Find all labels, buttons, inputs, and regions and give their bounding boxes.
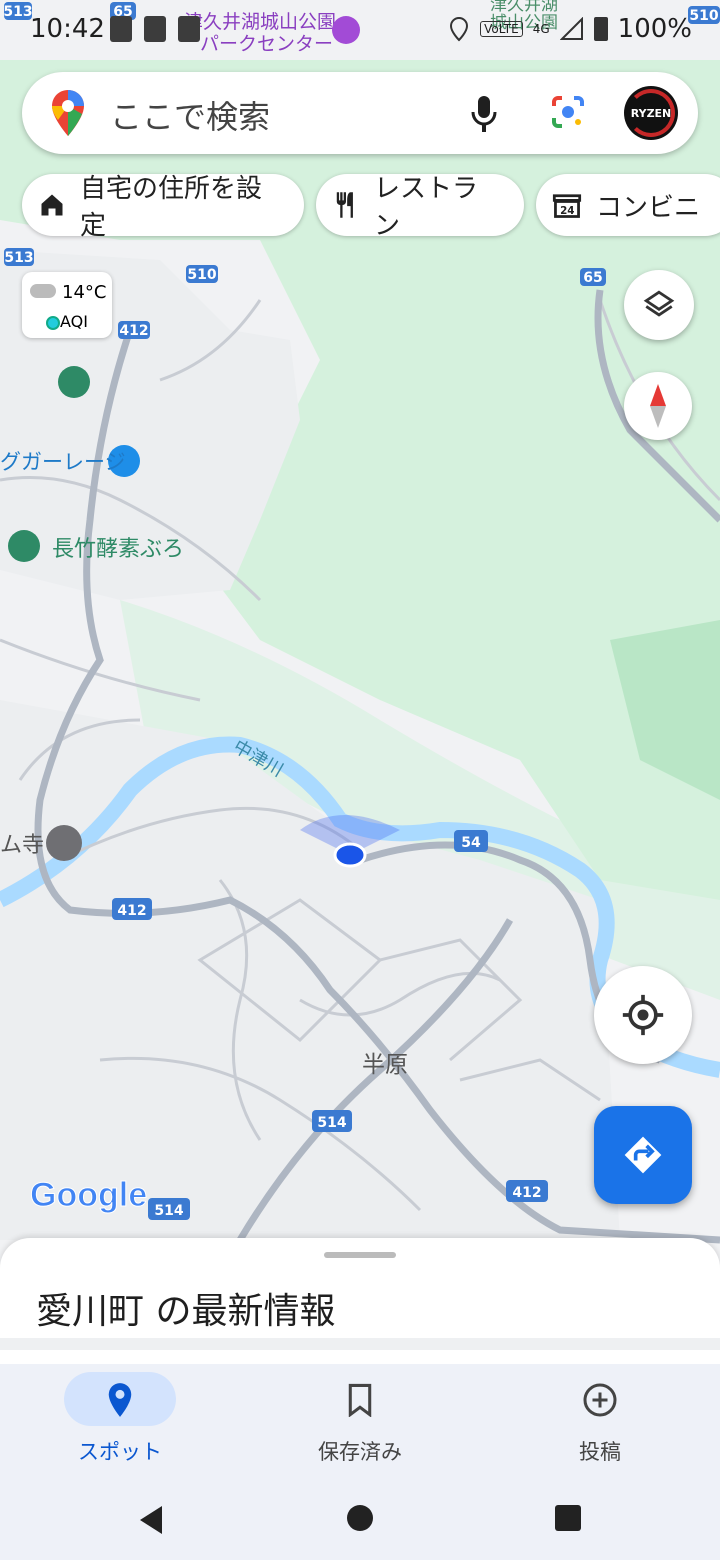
svg-text:24: 24: [560, 205, 574, 217]
chip-home[interactable]: 自宅の住所を設定: [22, 174, 304, 241]
nav-item-spots[interactable]: スポット: [0, 1364, 240, 1474]
search-input[interactable]: ここで検索: [110, 92, 270, 138]
chip-convenience-store[interactable]: 24 コンビニ: [536, 174, 720, 236]
bookmark-icon: [340, 1380, 380, 1420]
status-bar: 10:42 VoLTE 4G 100%: [0, 0, 720, 60]
layers-icon: [643, 290, 675, 317]
sheet-title: 愛川町 の最新情報: [36, 1291, 336, 1332]
google-lens-icon[interactable]: [550, 94, 586, 130]
my-location-dot: [333, 842, 367, 868]
volte-badge: VoLTE: [480, 21, 523, 37]
chip-label: コンビニ: [596, 192, 701, 223]
aqi-status-icon: [46, 316, 60, 330]
temple-marker-icon[interactable]: [46, 825, 82, 861]
convenience-store-icon: 24: [552, 191, 582, 219]
home-icon[interactable]: [346, 1504, 374, 1532]
bottom-nav: スポット 保存済み 投稿: [0, 1364, 720, 1474]
drag-handle[interactable]: [324, 1252, 396, 1258]
map-label-onsen[interactable]: 長竹酵素ぶろ: [52, 537, 184, 562]
compass-button[interactable]: [624, 372, 692, 440]
directions-icon: [624, 1136, 662, 1174]
onsen-marker-icon[interactable]: [8, 530, 40, 562]
status-time: 10:42: [30, 14, 105, 44]
signal-type: 4G: [532, 22, 550, 36]
avatar[interactable]: RYZEN: [624, 86, 678, 140]
notification-icon: [110, 16, 132, 42]
search-bar[interactable]: ここで検索 RYZEN: [22, 72, 698, 154]
restaurant-icon: [332, 190, 360, 220]
notification-icons: [110, 16, 200, 42]
chip-label: 自宅の住所を設定: [80, 174, 263, 241]
google-maps-pin-icon: [52, 90, 84, 136]
map-label-garage[interactable]: グガーレージ: [0, 450, 126, 474]
home-icon: [38, 191, 66, 219]
road-shield: 412: [119, 323, 148, 339]
road-shield: 513: [4, 250, 33, 266]
sheet-content-strip: [0, 1350, 720, 1364]
crosshair-icon: [622, 994, 664, 1036]
chip-restaurant[interactable]: レストラン: [316, 174, 524, 241]
compass-icon: [650, 384, 666, 428]
google-logo-text: Google: [29, 1176, 148, 1215]
notification-icon: [144, 16, 166, 42]
road-shield: 514: [317, 1115, 346, 1131]
signal-icon: [559, 17, 583, 40]
google-logo: Google: [29, 1176, 148, 1215]
nav-item-contribute[interactable]: 投稿: [480, 1364, 720, 1474]
status-right: VoLTE 4G 100%: [448, 14, 692, 44]
road-shield: 54: [461, 835, 481, 851]
map-label-temple[interactable]: ム寺: [0, 833, 44, 858]
road-shield: 412: [512, 1185, 541, 1201]
my-location-button[interactable]: [594, 966, 692, 1064]
back-icon[interactable]: [136, 1504, 166, 1536]
directions-button[interactable]: [594, 1106, 692, 1204]
layers-button[interactable]: [624, 270, 694, 340]
road-shield: 510: [187, 267, 216, 283]
chip-label: レストラン: [374, 174, 479, 241]
road-shield: 514: [154, 1203, 183, 1219]
location-status-icon: [450, 16, 469, 42]
road-shield: 65: [583, 270, 602, 286]
notification-icon: [178, 16, 200, 42]
add-circle-icon: [580, 1380, 620, 1420]
recents-icon[interactable]: [554, 1504, 582, 1532]
golf-marker-icon[interactable]: [58, 366, 90, 398]
weather-widget[interactable]: 14°C AQI: [22, 272, 112, 338]
battery-icon: [593, 17, 608, 41]
nav-label: 投稿: [579, 1440, 621, 1464]
divider: [0, 1338, 720, 1350]
map-label-area: 半原: [362, 1052, 408, 1078]
system-nav: [0, 1474, 720, 1560]
nav-label: 保存済み: [318, 1440, 402, 1464]
road-shield: 412: [117, 903, 146, 919]
nav-item-saved[interactable]: 保存済み: [240, 1364, 480, 1474]
location-pin-icon: [100, 1380, 140, 1420]
bottom-sheet[interactable]: 愛川町 の最新情報: [0, 1238, 720, 1338]
nav-label: スポット: [78, 1440, 162, 1464]
mic-icon[interactable]: [470, 94, 498, 134]
weather-temperature: 14°C: [62, 282, 107, 303]
avatar-text: RYZEN: [630, 106, 672, 120]
aqi-label: AQI: [60, 312, 88, 331]
cloud-icon: [30, 284, 56, 298]
battery-percent: 100%: [617, 14, 692, 44]
